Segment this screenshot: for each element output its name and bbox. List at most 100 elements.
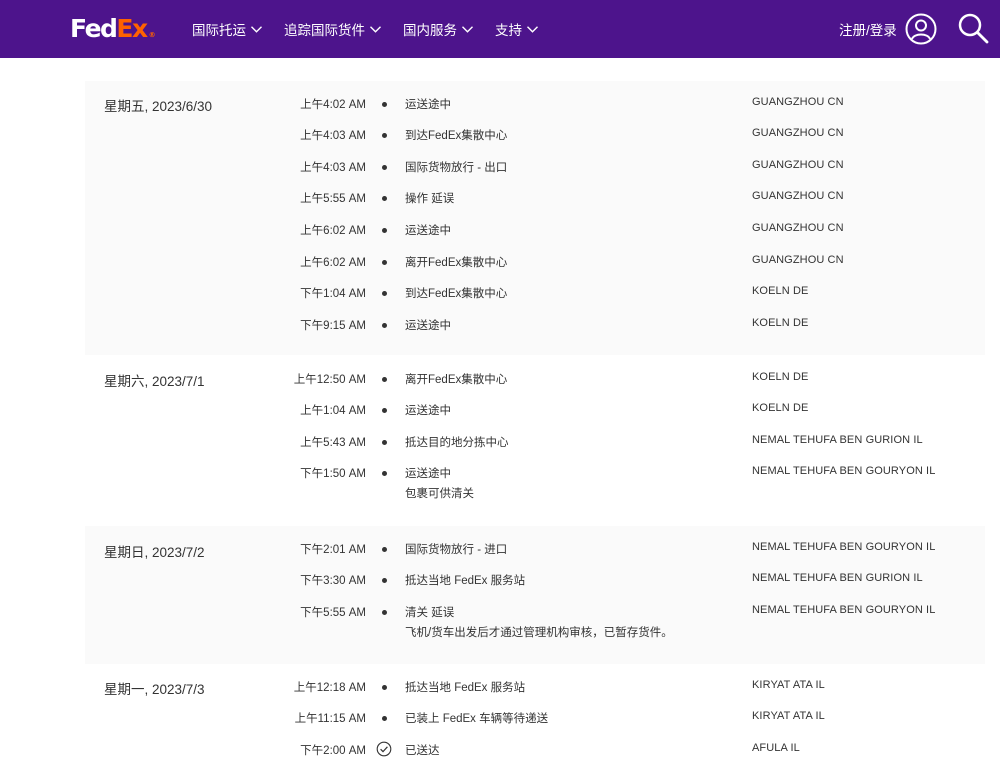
event-time: 上午12:18 AM: [293, 682, 366, 694]
bullet-icon: [382, 196, 387, 201]
event-time: 上午4:03 AM: [300, 130, 366, 142]
bullet-icon: [382, 291, 387, 296]
event-description: 离开FedEx集散中心: [405, 374, 508, 386]
day-group: 星期一, 2023/7/3 上午12:18 AM 抵达当地 FedEx 服务站 …: [85, 664, 985, 779]
nav-item-domestic-services[interactable]: 国内服务: [403, 19, 473, 39]
bullet-icon: [382, 610, 387, 615]
event-time: 下午2:00 AM: [300, 745, 366, 757]
chevron-down-icon: [370, 25, 381, 33]
event-location: NEMAL TEHUFA BEN GOURYON IL: [752, 541, 936, 553]
event-location: KIRYAT ATA IL: [752, 679, 825, 691]
nav-item-track-international[interactable]: 追踪国际货件: [284, 19, 381, 39]
bullet-icon: [382, 133, 387, 138]
event-location: NEMAL TEHUFA BEN GURION IL: [752, 434, 923, 446]
tracking-event: 上午4:02 AM 运送途中 GUANGZHOU CN: [85, 96, 985, 116]
event-description: 运送途中: [405, 99, 451, 111]
event-description: 已送达: [405, 745, 440, 757]
event-time: 下午1:04 AM: [300, 288, 366, 300]
logo-ex: Ex: [116, 14, 148, 43]
event-time: 下午1:50 AM: [300, 468, 366, 480]
event-description: 运送途中: [405, 468, 451, 480]
tracking-event: 下午1:50 AM 运送途中 包裹可供清关 NEMAL TEHUFA BEN G…: [85, 465, 985, 500]
event-description: 运送途中: [405, 320, 451, 332]
event-time: 下午2:01 AM: [300, 544, 366, 556]
bullet-icon: [382, 377, 387, 382]
tracking-event: 上午12:50 AM 离开FedEx集散中心 KOELN DE: [85, 371, 985, 391]
event-description: 已装上 FedEx 车辆等待递送: [405, 713, 549, 725]
tracking-event: 上午6:02 AM 运送途中 GUANGZHOU CN: [85, 222, 985, 242]
event-description: 运送途中: [405, 405, 451, 417]
tracking-event: 上午4:03 AM 到达FedEx集散中心 GUANGZHOU CN: [85, 127, 985, 147]
search-icon[interactable]: [957, 12, 989, 44]
tracking-event: 上午11:15 AM 已装上 FedEx 车辆等待递送 KIRYAT ATA I…: [85, 710, 985, 730]
nav-item-label: 国内服务: [403, 23, 457, 38]
event-location: KIRYAT ATA IL: [752, 710, 825, 722]
event-description: 到达FedEx集散中心: [405, 288, 508, 300]
user-icon: [905, 13, 937, 45]
bullet-icon: [382, 471, 387, 476]
chevron-down-icon: [251, 25, 262, 33]
event-time: 上午6:02 AM: [300, 257, 366, 269]
chevron-down-icon: [462, 25, 473, 33]
tracking-event: 下午2:00 AM 已送达 AFULA IL: [85, 741, 985, 762]
tracking-event: 上午1:04 AM 运送途中 KOELN DE: [85, 402, 985, 422]
event-location: AFULA IL: [752, 742, 800, 754]
bullet-icon: [382, 165, 387, 170]
tracking-event: 下午2:01 AM 国际货物放行 - 进口 NEMAL TEHUFA BEN G…: [85, 541, 985, 561]
event-time: 上午5:43 AM: [300, 437, 366, 449]
event-location: NEMAL TEHUFA BEN GURION IL: [752, 572, 923, 584]
event-location: GUANGZHOU CN: [752, 222, 844, 234]
event-description: 抵达当地 FedEx 服务站: [405, 682, 526, 694]
bullet-icon: [382, 547, 387, 552]
tracking-event: 上午12:18 AM 抵达当地 FedEx 服务站 KIRYAT ATA IL: [85, 679, 985, 699]
event-description: 到达FedEx集散中心: [405, 130, 508, 142]
event-location: GUANGZHOU CN: [752, 254, 844, 266]
event-description: 国际货物放行 - 出口: [405, 162, 508, 174]
event-location: KOELN DE: [752, 402, 809, 414]
bullet-icon: [382, 685, 387, 690]
event-time: 上午4:03 AM: [300, 162, 366, 174]
event-description: 抵达当地 FedEx 服务站: [405, 575, 526, 587]
tracking-event: 上午6:02 AM 离开FedEx集散中心 GUANGZHOU CN: [85, 254, 985, 274]
nav-item-label: 国际托运: [192, 23, 246, 38]
bullet-icon: [382, 102, 387, 107]
tracking-event: 上午4:03 AM 国际货物放行 - 出口 GUANGZHOU CN: [85, 159, 985, 179]
event-description: 抵达目的地分拣中心: [405, 437, 509, 449]
tracking-event: 下午9:15 AM 运送途中 KOELN DE: [85, 317, 985, 337]
event-time: 下午3:30 AM: [300, 575, 366, 587]
login-button[interactable]: 注册/登录: [839, 0, 937, 58]
event-location: GUANGZHOU CN: [752, 159, 844, 171]
logo-registered-mark: ®: [148, 31, 156, 39]
event-location: GUANGZHOU CN: [752, 127, 844, 139]
event-time: 上午12:50 AM: [293, 374, 366, 386]
main-nav: 国际托运 追踪国际货件 国内服务 支持: [192, 0, 560, 58]
bullet-icon: [382, 716, 387, 721]
day-group: 星期六, 2023/7/1 上午12:50 AM 离开FedEx集散中心 KOE…: [85, 355, 985, 526]
event-description: 操作 延误: [405, 193, 455, 205]
event-description: 清关 延误: [405, 607, 455, 619]
event-location: KOELN DE: [752, 317, 809, 329]
event-location: NEMAL TEHUFA BEN GOURYON IL: [752, 604, 936, 616]
fedex-logo[interactable]: Fed Ex ®: [70, 14, 156, 44]
bullet-icon: [382, 408, 387, 413]
nav-item-international-shipping[interactable]: 国际托运: [192, 19, 262, 39]
event-location: NEMAL TEHUFA BEN GOURYON IL: [752, 465, 936, 477]
event-detail: 飞机/货车出发后才通过管理机构审核，已暂存货件。: [405, 627, 673, 639]
nav-item-label: 追踪国际货件: [284, 23, 365, 38]
bullet-icon: [382, 228, 387, 233]
day-group: 星期日, 2023/7/2 下午2:01 AM 国际货物放行 - 进口 NEMA…: [85, 526, 985, 664]
bullet-icon: [382, 440, 387, 445]
bullet-icon: [382, 323, 387, 328]
event-time: 上午5:55 AM: [300, 193, 366, 205]
tracking-event: 上午5:55 AM 操作 延误 GUANGZHOU CN: [85, 190, 985, 210]
event-time: 上午1:04 AM: [300, 405, 366, 417]
check-circle-icon: [376, 741, 392, 757]
event-detail: 包裹可供清关: [405, 488, 474, 500]
chevron-down-icon: [527, 25, 538, 33]
event-time: 上午11:15 AM: [294, 713, 366, 725]
event-time: 上午4:02 AM: [300, 99, 366, 111]
event-location: GUANGZHOU CN: [752, 96, 844, 108]
nav-item-support[interactable]: 支持: [495, 19, 538, 39]
event-description: 国际货物放行 - 进口: [405, 544, 508, 556]
tracking-event: 下午3:30 AM 抵达当地 FedEx 服务站 NEMAL TEHUFA BE…: [85, 572, 985, 592]
